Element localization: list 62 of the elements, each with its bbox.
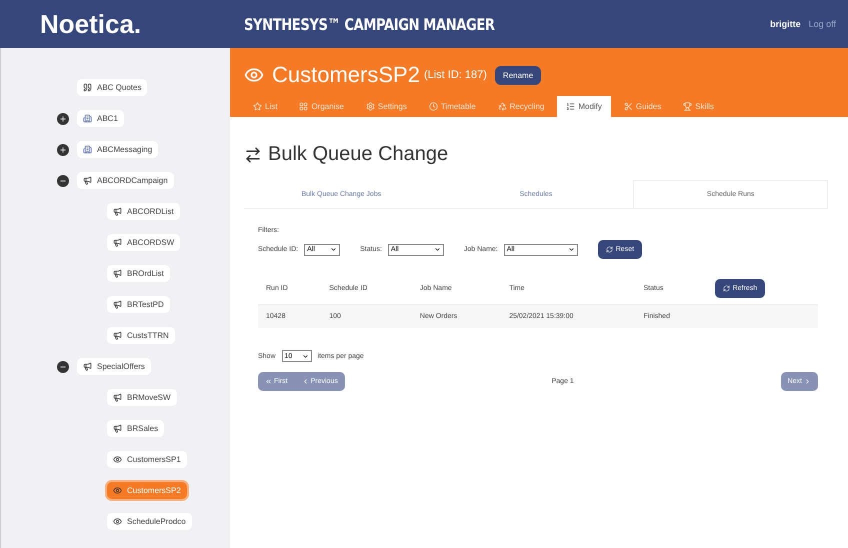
recycle-icon [498, 102, 507, 111]
dropdown-icon [568, 246, 575, 253]
rename-button[interactable]: Rename [494, 66, 542, 84]
refresh-icon [722, 285, 730, 292]
refresh-icon [606, 246, 613, 253]
tree-item[interactable]: BRSales [107, 420, 164, 437]
dropdown-icon [330, 246, 338, 253]
double-chevron-left-icon [265, 378, 272, 385]
trophy-icon [683, 102, 692, 111]
tree-item[interactable]: ScheduleProdco [107, 513, 192, 530]
megaphone-icon [113, 393, 122, 402]
app-title: SYNTHESYS™ CAMPAIGN MANAGER [244, 14, 496, 34]
tree-item[interactable]: ABCMessaging [77, 141, 158, 158]
list-name: CustomersSP2 [272, 62, 420, 88]
expand-toggle[interactable] [57, 112, 69, 124]
expand-toggle[interactable] [57, 174, 69, 186]
logo: Noetica. [0, 0, 230, 48]
megaphone-icon [113, 269, 122, 278]
megaphone-icon [113, 300, 122, 309]
megaphone-icon [113, 331, 122, 340]
megaphone-icon [113, 238, 122, 247]
plus-icon [59, 146, 67, 154]
tree-item[interactable]: ABCORDCampaign [77, 172, 174, 189]
tree-item[interactable]: SpecialOffers [77, 358, 151, 375]
tree-item[interactable]: CustsTTRN [107, 327, 175, 344]
tree-item[interactable]: ABCORDList [107, 203, 180, 220]
clock-icon [428, 102, 438, 111]
swap-icon [244, 146, 262, 164]
user-name: brigitte [770, 19, 801, 29]
building-icon [83, 145, 92, 154]
building-icon [83, 114, 92, 123]
eye-icon [113, 486, 122, 495]
nav-tab[interactable]: Modify [557, 96, 611, 117]
megaphone-icon [113, 207, 122, 216]
logout-link[interactable]: Log off [808, 19, 836, 29]
list-id: (List ID: 187) [424, 69, 487, 81]
tree-item[interactable]: ABC1 [77, 110, 124, 127]
tree-item[interactable]: ABC Quotes [77, 79, 148, 96]
megaphone-icon [113, 424, 122, 433]
plus-icon [59, 114, 67, 122]
megaphone-icon [83, 362, 92, 371]
eye-icon [113, 517, 122, 526]
tree-item[interactable]: ABCORDSW [107, 234, 180, 251]
chevron-left-icon [302, 378, 309, 385]
grid-icon [299, 102, 308, 111]
list-icon [566, 102, 576, 111]
chevron-right-icon [804, 378, 811, 385]
star-icon [253, 102, 262, 111]
dropdown-icon [302, 352, 309, 360]
megaphone-icon [83, 176, 92, 185]
dropdown-icon [434, 246, 441, 253]
eye-icon [113, 455, 122, 464]
tree-item[interactable]: BRTestPD [107, 296, 170, 313]
quote-icon [83, 83, 92, 92]
settings-icon [366, 102, 375, 111]
page-title: Bulk Queue Change [268, 143, 448, 166]
tree-item[interactable]: BROrdList [107, 265, 170, 282]
expand-toggle[interactable] [57, 144, 69, 156]
tree-item[interactable]: BRMoveSW [107, 389, 177, 406]
scissors-icon [624, 102, 633, 111]
expand-toggle[interactable] [57, 360, 69, 372]
tree-item[interactable]: CustomersSP1 [107, 451, 187, 468]
